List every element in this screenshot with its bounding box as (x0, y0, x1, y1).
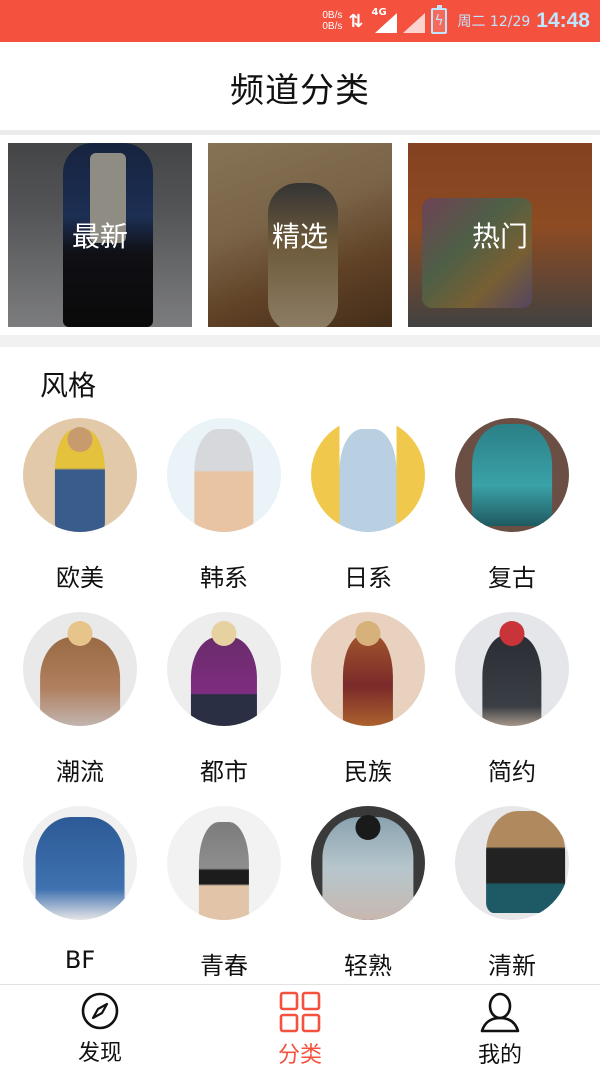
style-item-youth[interactable]: 青春 (152, 806, 296, 986)
style-label: 日系 (344, 564, 392, 592)
bottom-nav: 发现 分类 我的 (0, 984, 600, 1068)
featured-channels: 最新 精选 热门 (8, 143, 592, 327)
style-item-japanese[interactable]: 日系 (296, 418, 440, 598)
style-item-minimal[interactable]: 简约 (440, 612, 584, 792)
grid-icon (279, 991, 321, 1033)
status-time: 14:48 (536, 9, 590, 32)
featured-label: 精选 (271, 220, 328, 253)
data-transfer-icon: ⇅ (348, 10, 364, 32)
compass-icon (79, 991, 121, 1031)
style-avatar (23, 806, 137, 920)
style-item-korean[interactable]: 韩系 (152, 418, 296, 598)
style-item-ethnic[interactable]: 民族 (296, 612, 440, 792)
style-avatar (455, 806, 569, 920)
nav-label: 分类 (277, 1043, 322, 1068)
featured-card-selected[interactable]: 精选 (208, 143, 392, 327)
style-avatar (167, 612, 281, 726)
style-label: 青春 (200, 952, 248, 980)
style-item-fresh[interactable]: 清新 (440, 806, 584, 986)
cell-signal-icon: 4G (371, 7, 398, 33)
style-avatar (311, 806, 425, 920)
nav-category[interactable]: 分类 (200, 985, 400, 1068)
featured-card-newest[interactable]: 最新 (8, 143, 192, 327)
nav-label: 我的 (477, 1043, 522, 1068)
style-section-title: 风格 (40, 369, 97, 402)
status-bar: 0B/s 0B/s ⇅ 4G ϟ 周二 12/29 14:48 (0, 0, 600, 42)
page-header: 频道分类 (0, 42, 600, 132)
style-avatar (455, 612, 569, 726)
style-label: 民族 (344, 758, 392, 786)
style-avatar (23, 612, 137, 726)
nav-discover[interactable]: 发现 (0, 985, 200, 1067)
style-avatar (311, 612, 425, 726)
network-speed: 0B/s 0B/s (322, 10, 342, 32)
header-divider (0, 130, 600, 135)
net-speed-down: 0B/s (322, 21, 343, 32)
featured-label: 最新 (71, 220, 128, 253)
nav-mine[interactable]: 我的 (400, 985, 600, 1068)
battery-icon: ϟ (431, 5, 448, 34)
style-label: BF (64, 946, 96, 974)
style-label: 韩系 (200, 564, 248, 592)
style-item-western[interactable]: 欧美 (8, 418, 152, 598)
user-icon (479, 991, 521, 1033)
section-divider (0, 335, 600, 347)
style-avatar (167, 806, 281, 920)
style-avatar (311, 418, 425, 532)
featured-label: 热门 (471, 220, 528, 253)
nav-label: 发现 (77, 1041, 122, 1066)
style-item-retro[interactable]: 复古 (440, 418, 584, 598)
style-label: 简约 (488, 758, 536, 786)
style-item-bf[interactable]: BF (8, 806, 152, 986)
style-avatar (23, 418, 137, 532)
style-label: 都市 (200, 758, 248, 786)
style-label: 欧美 (56, 564, 104, 592)
style-item-trend[interactable]: 潮流 (8, 612, 152, 792)
featured-card-hot[interactable]: 热门 (408, 143, 592, 327)
style-item-mature[interactable]: 轻熟 (296, 806, 440, 986)
page-title: 频道分类 (230, 70, 370, 111)
style-avatar (167, 418, 281, 532)
style-label: 清新 (488, 952, 536, 980)
net-speed-up: 0B/s (322, 10, 343, 21)
style-item-urban[interactable]: 都市 (152, 612, 296, 792)
status-date: 周二 12/29 (457, 14, 531, 30)
style-label: 复古 (488, 564, 536, 592)
style-avatar (455, 418, 569, 532)
cell-signal-2-icon (403, 13, 426, 33)
style-label: 潮流 (56, 758, 104, 786)
style-label: 轻熟 (344, 952, 392, 980)
